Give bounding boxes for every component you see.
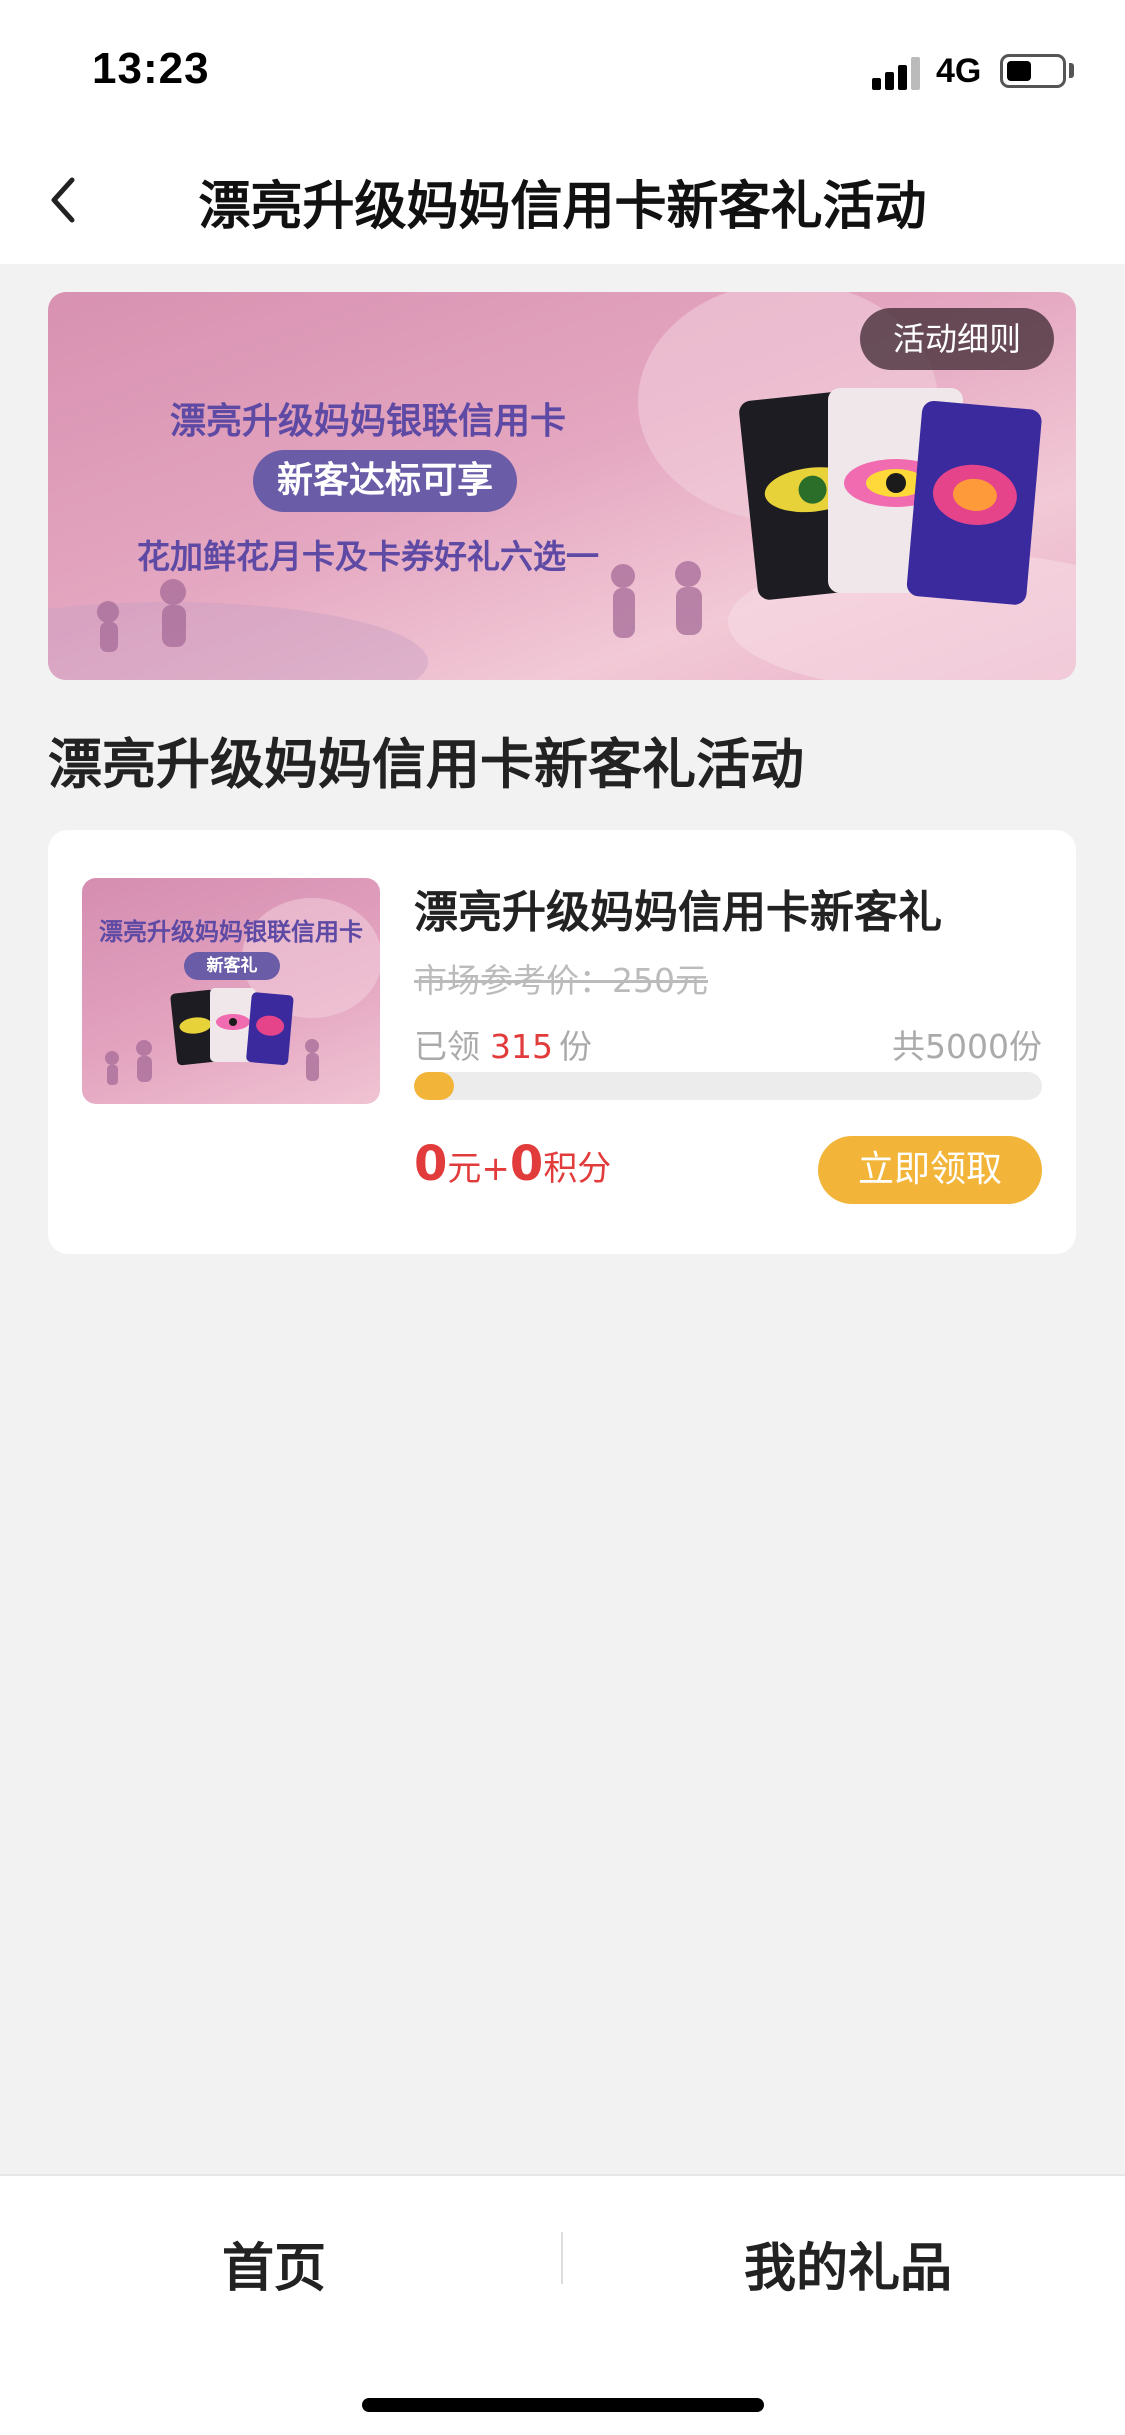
points-amount: 0: [509, 1136, 544, 1192]
tab-home[interactable]: 首页: [124, 2226, 424, 2301]
claimed-count-row: 已领 315 份: [414, 1020, 592, 1068]
price-row: 0元+0积分: [414, 1136, 611, 1192]
network-label: 4G: [936, 52, 982, 90]
thumbnail-headline: 漂亮升级妈妈银联信用卡: [99, 918, 363, 946]
banner-badge: 新客达标可享: [253, 450, 517, 512]
thumbnail-badge: 新客礼: [184, 952, 280, 980]
claim-progress-fill: [414, 1072, 454, 1100]
gift-title: 漂亮升级妈妈信用卡新客礼: [414, 887, 942, 938]
tab-my-gifts[interactable]: 我的礼品: [698, 2226, 998, 2301]
battery-cap: [1069, 63, 1074, 78]
battery-icon: [1000, 54, 1066, 88]
bottom-tab-bar: 首页 我的礼品: [0, 2174, 1125, 2435]
page-title: 漂亮升级妈妈信用卡新客礼活动: [198, 177, 927, 237]
gift-card[interactable]: 漂亮升级妈妈银联信用卡 新客礼 漂亮升级妈妈信用卡新客礼 市场参考价：250元 …: [48, 830, 1076, 1254]
section-title: 漂亮升级妈妈信用卡新客礼活动: [48, 733, 804, 796]
status-time: 13:23: [92, 44, 210, 93]
status-bar: 13:23 4G: [0, 0, 1125, 140]
claim-progress-bar: [414, 1072, 1042, 1100]
market-price: 市场参考价：250元: [414, 961, 708, 1000]
promo-banner[interactable]: 漂亮升级妈妈银联信用卡 新客达标可享 花加鲜花月卡及卡券好礼六选一 活动细则: [48, 292, 1076, 680]
gift-thumbnail: 漂亮升级妈妈银联信用卡 新客礼: [82, 878, 380, 1104]
claimed-suffix: 份: [559, 1027, 592, 1066]
activity-rules-button[interactable]: 活动细则: [860, 308, 1054, 370]
home-indicator: [362, 2398, 764, 2412]
total-quantity: 共5000份: [892, 1027, 1042, 1066]
claim-now-button[interactable]: 立即领取: [818, 1136, 1042, 1204]
banner-headline: 漂亮升级妈妈银联信用卡: [169, 401, 566, 442]
claimed-prefix: 已领: [414, 1027, 480, 1066]
tab-divider: [561, 2232, 563, 2284]
signal-bars-icon: [872, 56, 924, 90]
banner-subtitle: 花加鲜花月卡及卡券好礼六选一: [137, 537, 599, 576]
points-unit: 积分: [543, 1149, 612, 1189]
claimed-count: 315: [490, 1027, 553, 1066]
nav-bar: 漂亮升级妈妈信用卡新客礼活动: [0, 140, 1125, 264]
price-unit: 元+: [447, 1149, 510, 1189]
price-amount: 0: [414, 1136, 448, 1192]
